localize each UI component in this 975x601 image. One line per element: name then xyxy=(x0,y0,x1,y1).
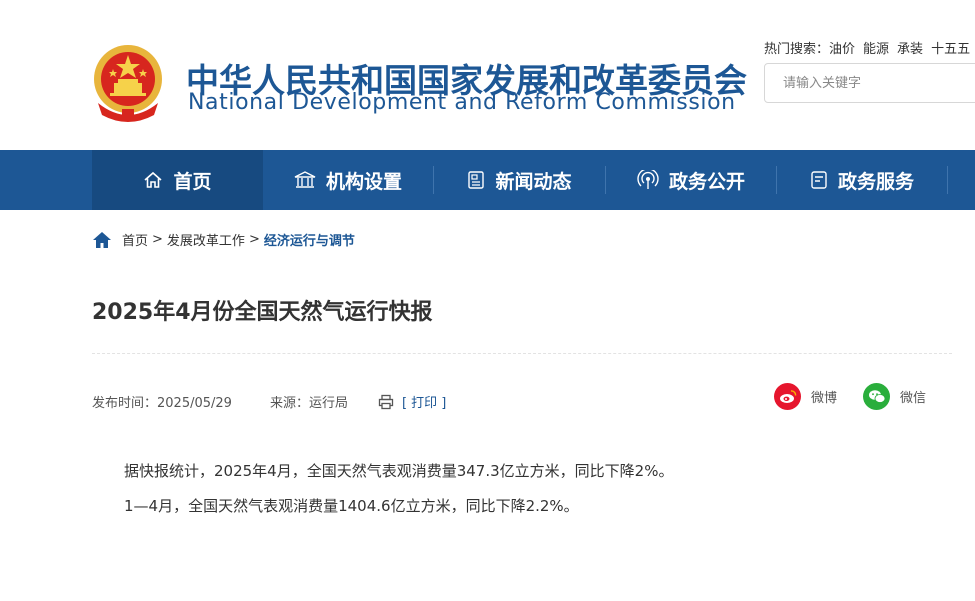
article-paragraph: 1—4月，全国天然气表观消费量1404.6亿立方米，同比下降2.2%。 xyxy=(124,497,579,515)
hot-search: 热门搜索：油价 能源 承装 十五五 xyxy=(764,38,975,57)
breadcrumb-item-home[interactable]: 首页 xyxy=(122,230,148,249)
article-source: 来源：运行局 xyxy=(269,396,348,411)
title-divider xyxy=(92,353,952,354)
hot-search-label: 热门搜索： xyxy=(764,42,830,57)
breadcrumb-separator: > xyxy=(152,232,163,247)
nav-item-label: 首页 xyxy=(173,170,212,193)
site-title-en[interactable]: National Development and Reform Commissi… xyxy=(188,90,736,115)
article-meta: 发布时间：2025/05/29 来源：运行局 [ 打印 ] xyxy=(92,392,446,411)
news-icon xyxy=(468,171,485,189)
search-input[interactable] xyxy=(765,64,965,102)
hot-search-item[interactable]: 十五五 xyxy=(931,42,970,57)
nav-item-service[interactable]: 政务服务 xyxy=(777,150,947,210)
broadcast-icon xyxy=(637,170,659,189)
share-weixin-button[interactable]: 微信 xyxy=(863,383,926,410)
institution-icon xyxy=(294,171,316,188)
printer-icon xyxy=(378,394,394,409)
print-label: [ 打印 ] xyxy=(401,396,447,411)
nav-item-label: 机构设置 xyxy=(325,170,402,193)
main-nav: 首页 机构设置 新闻动态 政务公开 政务服务 xyxy=(0,150,975,210)
hot-search-item[interactable]: 承装 xyxy=(897,42,923,57)
nav-item-label: 政务公开 xyxy=(668,170,745,193)
home-icon xyxy=(144,171,163,188)
breadcrumb-separator: > xyxy=(248,232,260,247)
nav-item-label: 新闻动态 xyxy=(495,170,572,193)
article-paragraph: 据快报统计，2025年4月，全国天然气表观消费量347.3亿立方米，同比下降2%… xyxy=(124,462,674,480)
hot-search-item[interactable]: 能源 xyxy=(863,42,889,57)
nav-item-news[interactable]: 新闻动态 xyxy=(434,150,605,210)
hot-search-item[interactable]: 油价 xyxy=(829,42,855,57)
breadcrumb-item-current[interactable]: 经济运行与调节 xyxy=(264,230,355,249)
nav-item-public[interactable]: 政务公开 xyxy=(606,150,776,210)
print-button[interactable]: [ 打印 ] xyxy=(378,392,446,411)
weibo-icon xyxy=(774,383,801,410)
national-emblem-icon[interactable] xyxy=(92,43,164,125)
publish-date: 发布时间：2025/05/29 xyxy=(92,396,232,411)
share-weibo-label: 微博 xyxy=(811,391,838,406)
search-box xyxy=(764,63,975,103)
breadcrumb-item-reform[interactable]: 发展改革工作 xyxy=(167,230,245,249)
site-header: 中华人民共和国国家发展和改革委员会 National Development a… xyxy=(0,0,975,150)
service-icon xyxy=(811,171,827,189)
nav-item-institution[interactable]: 机构设置 xyxy=(263,150,433,210)
breadcrumb: 首页 > 发展改革工作 > 经济运行与调节 xyxy=(92,230,355,249)
wechat-icon xyxy=(863,383,890,410)
nav-divider xyxy=(947,166,948,194)
share-weibo-button[interactable]: 微博 xyxy=(774,383,837,410)
nav-item-label: 政务服务 xyxy=(837,170,914,193)
home-icon[interactable] xyxy=(92,231,112,249)
article-title: 2025年4月份全国天然气运行快报 xyxy=(92,300,433,325)
share-weixin-label: 微信 xyxy=(900,391,927,406)
nav-item-home[interactable]: 首页 xyxy=(92,150,263,210)
